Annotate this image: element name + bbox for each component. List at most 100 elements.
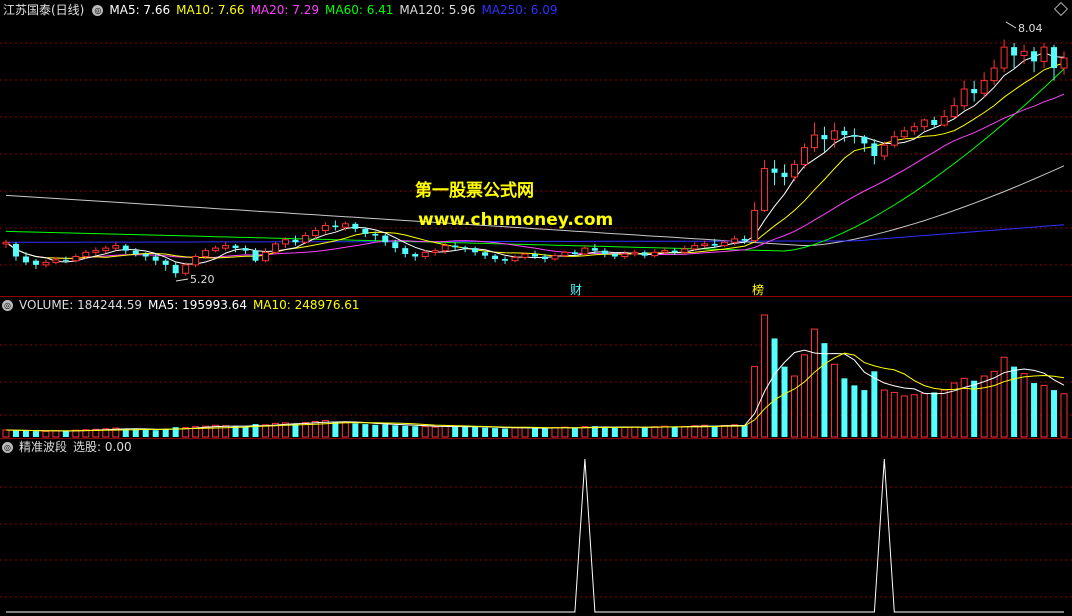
volume-bar (492, 428, 499, 437)
candle-body (671, 250, 678, 253)
candle (412, 252, 419, 261)
volume-ma10: MA10: 248976.61 (252, 298, 360, 312)
candle-body (12, 243, 19, 257)
candle (581, 245, 589, 256)
candle-body (771, 168, 778, 173)
candle-body (232, 245, 239, 249)
volume-bar (162, 428, 169, 437)
candle (262, 248, 270, 263)
volume-bar (1020, 373, 1028, 438)
candle (511, 254, 519, 263)
volume-value: VOLUME: 184244.59 (19, 298, 142, 312)
volume-bar (462, 426, 469, 437)
candle-body (72, 256, 80, 262)
signal-pane[interactable]: ◎ 精准波段 选股: 0.00 (0, 438, 1072, 616)
candle-body (222, 245, 230, 249)
volume-bar (421, 426, 429, 438)
candle-body (301, 235, 309, 243)
candle (162, 259, 169, 271)
signal-chart[interactable] (0, 439, 1072, 616)
candle (781, 164, 788, 186)
volume-bar (1011, 366, 1018, 437)
candle (761, 160, 769, 213)
volume-bar (242, 426, 249, 437)
candle-body (910, 126, 918, 132)
volume-bar (541, 428, 548, 437)
volume-bar (392, 425, 399, 437)
candle-body (830, 130, 838, 140)
volume-bar (2, 429, 10, 438)
candle (830, 122, 838, 148)
ma10-label: MA10: 7.66 (176, 3, 245, 17)
candle (431, 248, 439, 256)
volume-chart[interactable] (0, 297, 1072, 439)
candle (402, 245, 409, 258)
volume-settings-circle-icon[interactable]: ◎ (2, 300, 13, 311)
candle-body (492, 255, 499, 260)
volume-bar (900, 395, 908, 438)
candle (1051, 44, 1058, 81)
volume-bar (341, 422, 349, 438)
candle (621, 250, 629, 260)
volume-bar (611, 427, 618, 437)
candle (92, 247, 100, 256)
candle-body (591, 248, 598, 251)
candle-body (601, 250, 608, 254)
candle-body (900, 130, 908, 138)
candle (920, 118, 928, 131)
candle-body (311, 230, 319, 237)
candle-body (931, 119, 938, 126)
volume-ma5: MA5: 195993.64 (148, 298, 247, 312)
volume-pane[interactable]: ◎ VOLUME: 184244.59 MA5: 195993.64 MA10: 24… (0, 296, 1072, 439)
candle-body (42, 261, 50, 266)
price-pane[interactable]: 江苏国泰(日线) ◎ MA5: 7.66 MA10: 7.66 MA20: 7.29 MA… (0, 0, 1072, 297)
volume-bar (791, 375, 799, 438)
ma120-label: MA120: 5.96 (399, 3, 476, 17)
candle (232, 243, 239, 253)
signal-header: ◎ 精准波段 选股: 0.00 (0, 439, 1072, 455)
volume-bar (990, 370, 998, 438)
candle (890, 130, 898, 148)
volume-bar (42, 430, 50, 438)
candle-body (1011, 47, 1018, 56)
price-header: 江苏国泰(日线) ◎ MA5: 7.66 MA10: 7.66 MA20: 7.29 MA… (0, 0, 1072, 20)
volume-bar (861, 390, 868, 437)
candle (222, 242, 230, 251)
candle-body (980, 80, 988, 94)
settings-circle-icon[interactable]: ◎ (92, 5, 104, 16)
low-price-label: 5.20 (190, 273, 215, 286)
candle (821, 126, 828, 152)
candle-body (132, 250, 139, 254)
candle (1031, 47, 1038, 73)
volume-bar (841, 378, 848, 437)
candle-body (402, 248, 409, 254)
volume-bar (232, 426, 239, 437)
price-chart[interactable] (0, 0, 1072, 296)
candle (900, 126, 908, 140)
candle (2, 239, 10, 249)
candle-body (281, 239, 289, 245)
candle-body (1040, 46, 1048, 62)
volume-header: ◎ VOLUME: 184244.59 MA5: 195993.64 MA10: 24… (0, 297, 1072, 313)
volume-bar (880, 389, 888, 438)
volume-bar (1051, 390, 1058, 437)
candle-body (2, 241, 10, 245)
volume-bar (651, 426, 659, 438)
volume-bar (452, 425, 459, 437)
candle (601, 248, 608, 258)
signal-value: 选股: 0.00 (73, 440, 132, 454)
volume-bar (382, 424, 389, 437)
volume-bar (671, 426, 678, 437)
candle (212, 245, 220, 253)
candle-body (122, 245, 129, 251)
signal-settings-circle-icon[interactable]: ◎ (2, 442, 13, 453)
candle (271, 242, 279, 254)
candle-body (751, 209, 759, 242)
ma60-label: MA60: 6.41 (325, 3, 394, 17)
candle-body (971, 89, 978, 94)
candle (42, 259, 50, 268)
candle-body (212, 247, 220, 252)
volume-bar (521, 426, 529, 438)
candle-body (382, 235, 389, 243)
candle-body (431, 250, 439, 253)
